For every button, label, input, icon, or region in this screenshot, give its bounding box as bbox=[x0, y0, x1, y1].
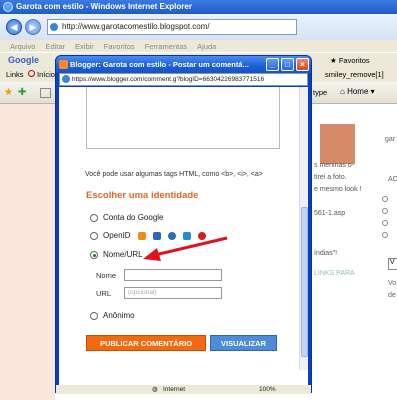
forward-icon[interactable]: ▶ bbox=[25, 19, 41, 35]
option-anonimo-label: Anônimo bbox=[103, 311, 135, 320]
outer-window-title: Garota com estilo - Windows Internet Exp… bbox=[0, 0, 397, 14]
identity-section-title: Escolher uma identidade bbox=[86, 190, 199, 201]
popup-status-bar: ◍ Internet 100% bbox=[56, 385, 311, 394]
option-anonimo[interactable]: Anônimo bbox=[90, 311, 135, 320]
page-radio-4[interactable] bbox=[382, 232, 388, 238]
menu-exibir[interactable]: Exibir bbox=[75, 42, 94, 51]
popup-title-text: Blogger: Garota com estilo - Postar um c… bbox=[70, 60, 249, 69]
internet-globe-icon: ◍ bbox=[152, 386, 158, 393]
scroll-thumb[interactable] bbox=[301, 207, 308, 357]
page-photo bbox=[320, 124, 355, 164]
close-icon[interactable]: × bbox=[296, 58, 309, 71]
option-nome-url-label: Nome/URL bbox=[103, 250, 143, 259]
page-links-para[interactable]: LINKS PARA bbox=[314, 270, 355, 277]
radio-openid[interactable] bbox=[90, 231, 98, 240]
search-type-label: type bbox=[313, 88, 328, 97]
page-icon bbox=[50, 23, 58, 31]
page-radio-2[interactable] bbox=[382, 208, 388, 214]
home-label: Home bbox=[347, 87, 369, 96]
option-nome-url[interactable]: Nome/URL bbox=[90, 250, 143, 259]
quick-tabs-icon[interactable] bbox=[40, 88, 51, 98]
radio-google[interactable] bbox=[90, 213, 98, 222]
page-text-gar: gar bbox=[385, 136, 396, 143]
menu-arquivo[interactable]: Arquivo bbox=[10, 42, 35, 51]
home-button[interactable]: ⌂ Home ▾ bbox=[340, 87, 375, 96]
comment-textarea[interactable] bbox=[86, 87, 280, 149]
menu-ferramentas[interactable]: Ferramentas bbox=[145, 42, 188, 51]
url-input[interactable]: (opcional) bbox=[124, 287, 222, 299]
links-label: Links bbox=[6, 70, 24, 79]
google-label[interactable]: Google bbox=[8, 55, 39, 65]
radio-nome-url[interactable] bbox=[90, 250, 98, 259]
popup-address-text: https://www.blogger.com/comment.g?blogID… bbox=[72, 76, 265, 83]
add-favorites-icon[interactable]: ✚ bbox=[18, 87, 26, 98]
maximize-icon[interactable]: □ bbox=[281, 58, 294, 71]
page-text-meninas: s meninas o- bbox=[314, 162, 355, 169]
page-icon bbox=[62, 75, 70, 83]
status-zone-label: Internet bbox=[163, 386, 186, 393]
page-text-indias: índias"! bbox=[314, 250, 338, 257]
url-label: URL bbox=[96, 288, 112, 298]
zoom-level[interactable]: 100% bbox=[259, 385, 276, 394]
inicio-icon bbox=[28, 70, 35, 77]
outer-address-text: http://www.garotacomestilo.blogspot.com/ bbox=[62, 22, 210, 31]
comment-popup-window: Blogger: Garota com estilo - Postar um c… bbox=[55, 55, 312, 394]
annotation-arrow-head bbox=[143, 248, 161, 261]
smiley-link[interactable]: smiley_remove[1] bbox=[325, 70, 384, 79]
page-text-asp: 561-1.asp bbox=[314, 210, 346, 217]
radio-anonimo[interactable] bbox=[90, 311, 98, 320]
favorites-button[interactable]: ★ Favoritos bbox=[330, 56, 370, 65]
page-select-value: V bbox=[390, 259, 395, 266]
popup-title-bar: Blogger: Garota com estilo - Postar um c… bbox=[56, 56, 311, 73]
page-radio-3[interactable] bbox=[382, 220, 388, 226]
outer-title-text: Garota com estilo - Windows Internet Exp… bbox=[16, 2, 192, 11]
name-input[interactable] bbox=[124, 269, 222, 281]
inicio-link[interactable]: Início bbox=[37, 70, 55, 79]
favorites-star-icon[interactable]: ★ bbox=[4, 87, 13, 98]
page-text-tirei: tirei a foto. bbox=[314, 174, 347, 181]
menu-editar[interactable]: Editar bbox=[45, 42, 65, 51]
annotation-arrow-shaft bbox=[154, 236, 228, 257]
popup-address-bar[interactable]: https://www.blogger.com/comment.g?blogID… bbox=[59, 73, 308, 86]
name-label: Nome bbox=[96, 270, 117, 280]
preview-button[interactable]: VISUALIZAR bbox=[210, 335, 277, 351]
page-text-ac: AC bbox=[388, 176, 397, 183]
option-openid-label: OpenID bbox=[103, 231, 131, 240]
page-text-vo: Vo bbox=[388, 280, 397, 287]
ie-logo-icon bbox=[3, 2, 13, 12]
option-google-label: Conta do Google bbox=[103, 213, 164, 222]
menu-favoritos[interactable]: Favoritos bbox=[104, 42, 135, 51]
outer-address-bar[interactable]: http://www.garotacomestilo.blogspot.com/ bbox=[47, 19, 297, 35]
page-left-edge bbox=[0, 104, 55, 400]
popup-body: Você pode usar algumas tags HTML, como <… bbox=[59, 87, 308, 385]
favorites-label: Favoritos bbox=[338, 56, 370, 65]
html-tags-hint: Você pode usar algumas tags HTML, como <… bbox=[85, 171, 263, 178]
outer-menu-bar: Arquivo Editar Exibir Favoritos Ferramen… bbox=[0, 40, 397, 52]
name-field-row: Nome bbox=[96, 269, 222, 281]
blogger-icon bbox=[59, 60, 68, 69]
menu-ajuda[interactable]: Ajuda bbox=[197, 42, 216, 51]
page-text-mesmo: e mesmo look ! bbox=[314, 186, 362, 193]
page-text-de: de bbox=[388, 292, 396, 299]
url-field-row: URL (opcional) bbox=[96, 287, 222, 299]
minimize-icon[interactable]: _ bbox=[266, 58, 279, 71]
annotation-arrow bbox=[143, 236, 228, 261]
page-radio-1[interactable] bbox=[382, 196, 388, 202]
page-select[interactable]: V bbox=[388, 258, 397, 270]
option-google[interactable]: Conta do Google bbox=[90, 213, 164, 222]
back-icon[interactable]: ◀ bbox=[6, 19, 22, 35]
popup-scrollbar[interactable] bbox=[299, 87, 308, 370]
publish-comment-button[interactable]: PUBLICAR COMENTÁRIO bbox=[86, 335, 206, 351]
